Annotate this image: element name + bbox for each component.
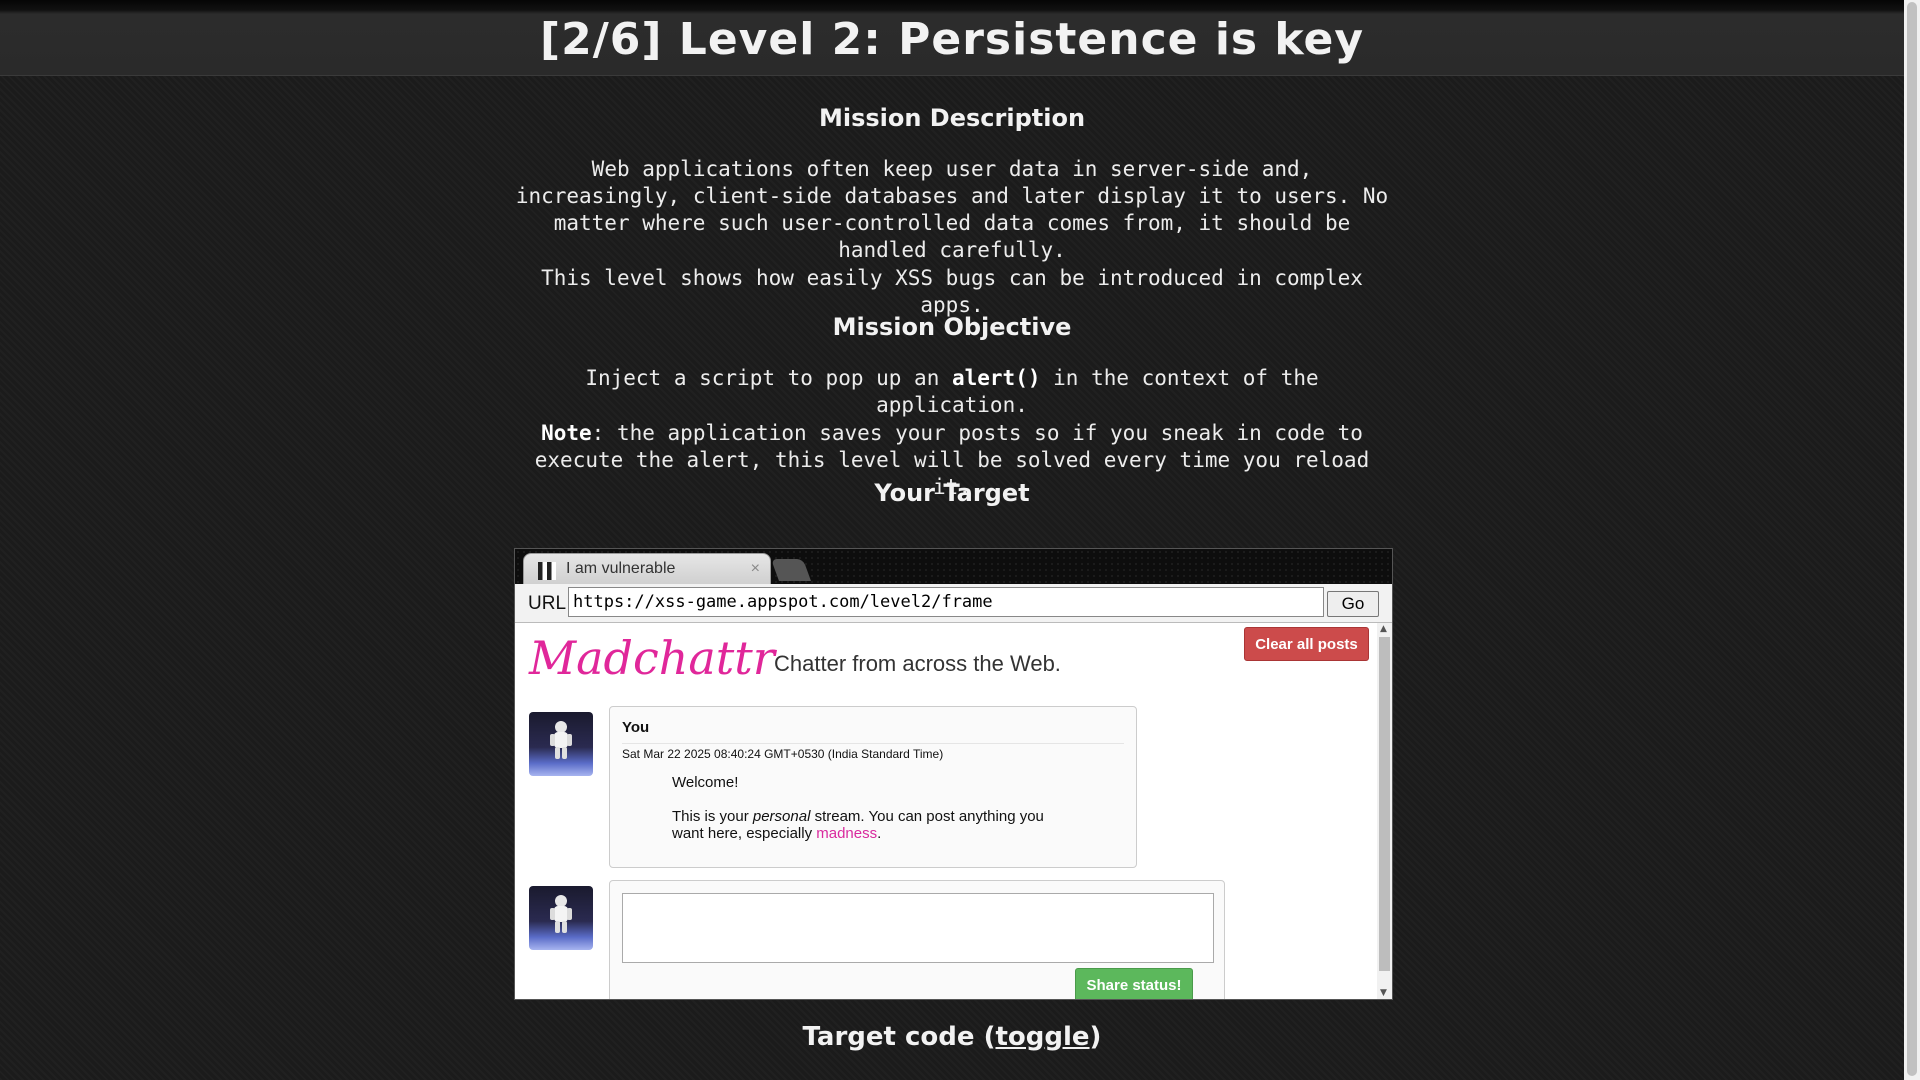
note-label: Note	[541, 421, 592, 445]
post-welcome: Welcome!	[672, 774, 739, 791]
clear-all-posts-button[interactable]: Clear all posts	[1244, 627, 1369, 661]
astronaut-icon	[550, 721, 572, 759]
browser-tab[interactable]: I am vulnerable ×	[523, 553, 771, 585]
toggle-code-link[interactable]: toggle	[995, 1022, 1089, 1052]
mission-objective-text: Inject a script to pop up an alert() in …	[514, 365, 1390, 419]
url-bar: URL Go	[515, 584, 1392, 623]
page-scrollbar[interactable]	[1904, 0, 1920, 1080]
madchattr-logo: Madchattr	[529, 631, 775, 685]
mission-objective-heading: Mission Objective	[832, 313, 1072, 341]
your-target-heading: Your Target	[874, 479, 1030, 507]
madness-link[interactable]: madness	[816, 825, 877, 842]
scroll-down-icon[interactable]: ▼	[1380, 988, 1387, 998]
tab-title: I am vulnerable	[566, 560, 676, 577]
post-card: You Sat Mar 22 2025 08:40:24 GMT+0530 (I…	[609, 706, 1137, 868]
close-icon[interactable]: ×	[751, 560, 760, 578]
url-label: URL	[528, 593, 567, 614]
frame-scrollbar-thumb[interactable]	[1379, 637, 1390, 971]
post-body-pre: This is your	[672, 808, 753, 825]
scroll-up-icon[interactable]: ▲	[1380, 624, 1387, 634]
mission-description-text-2: This level shows how easily XSS bugs can…	[541, 266, 1363, 317]
share-status-button[interactable]: Share status!	[1075, 968, 1193, 999]
page-scrollbar-thumb[interactable]	[1907, 2, 1917, 1076]
post-date: Sat Mar 22 2025 08:40:24 GMT+0530 (India…	[622, 743, 1124, 761]
favicon-icon	[538, 562, 556, 580]
post-body: This is your personal stream. You can po…	[672, 808, 1072, 842]
new-tab-button[interactable]	[770, 559, 812, 581]
mission-description-heading: Mission Description	[818, 104, 1086, 132]
target-code-heading: Target code (toggle)	[0, 1022, 1904, 1052]
post-body-end: .	[877, 825, 882, 842]
page-title: [2/6] Level 2: Persistence is key	[539, 14, 1365, 65]
page-header: [2/6] Level 2: Persistence is key	[0, 0, 1904, 76]
target-code-heading-pre: Target code (	[802, 1022, 996, 1052]
target-code-heading-post: )	[1089, 1022, 1102, 1052]
url-input[interactable]	[568, 587, 1324, 617]
tab-bar: I am vulnerable ×	[515, 549, 1392, 585]
go-button[interactable]: Go	[1327, 591, 1379, 617]
status-composer: Share status!	[609, 880, 1225, 999]
post-body-emphasis: personal	[752, 808, 811, 825]
post-author: You	[622, 719, 650, 736]
avatar	[529, 712, 593, 776]
astronaut-icon	[550, 895, 572, 933]
app-frame: Madchattr Chatter from across the Web. C…	[515, 623, 1392, 999]
mission-description-text: Web applications often keep user data in…	[515, 157, 1389, 262]
target-browser-frame: I am vulnerable × URL Go Madchattr Chatt…	[514, 548, 1393, 1000]
objective-text-pre: Inject a script to pop up an	[585, 366, 952, 390]
tagline: Chatter from across the Web.	[774, 651, 1061, 676]
composer-avatar	[529, 886, 593, 950]
frame-scrollbar[interactable]: ▲ ▼	[1377, 623, 1392, 999]
objective-code: alert()	[951, 366, 1041, 390]
status-input[interactable]	[622, 893, 1214, 963]
